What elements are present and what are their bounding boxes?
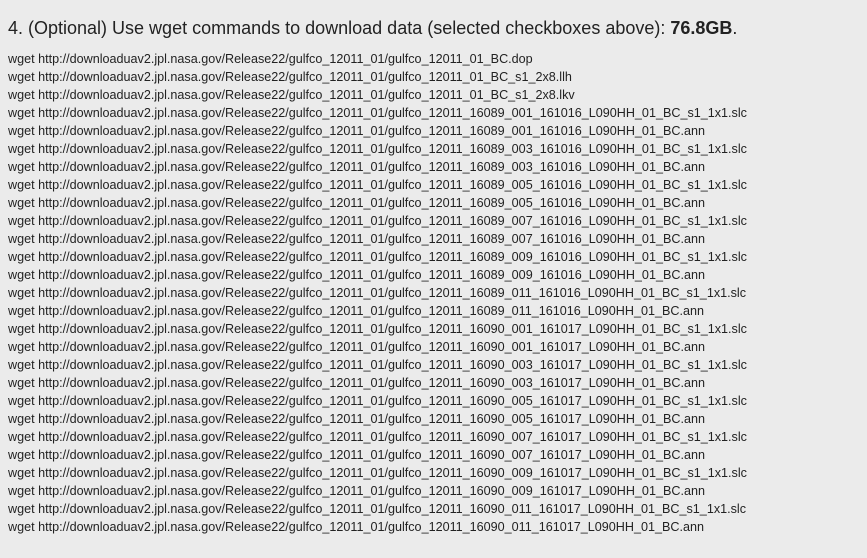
wget-command-line[interactable]: wget http://downloaduav2.jpl.nasa.gov/Re… xyxy=(8,68,867,86)
wget-command-line[interactable]: wget http://downloaduav2.jpl.nasa.gov/Re… xyxy=(8,50,867,68)
wget-commands-panel: 4. (Optional) Use wget commands to downl… xyxy=(0,0,867,558)
wget-command-line[interactable]: wget http://downloaduav2.jpl.nasa.gov/Re… xyxy=(8,428,867,446)
heading-period: . xyxy=(732,18,738,38)
wget-command-line[interactable]: wget http://downloaduav2.jpl.nasa.gov/Re… xyxy=(8,374,867,392)
wget-command-line[interactable]: wget http://downloaduav2.jpl.nasa.gov/Re… xyxy=(8,482,867,500)
wget-command-line[interactable]: wget http://downloaduav2.jpl.nasa.gov/Re… xyxy=(8,230,867,248)
wget-command-line[interactable]: wget http://downloaduav2.jpl.nasa.gov/Re… xyxy=(8,212,867,230)
section-heading: 4. (Optional) Use wget commands to downl… xyxy=(8,16,867,40)
wget-command-line[interactable]: wget http://downloaduav2.jpl.nasa.gov/Re… xyxy=(8,446,867,464)
heading-text: 4. (Optional) Use wget commands to downl… xyxy=(8,18,671,38)
wget-command-line[interactable]: wget http://downloaduav2.jpl.nasa.gov/Re… xyxy=(8,338,867,356)
wget-command-line[interactable]: wget http://downloaduav2.jpl.nasa.gov/Re… xyxy=(8,158,867,176)
wget-command-line[interactable]: wget http://downloaduav2.jpl.nasa.gov/Re… xyxy=(8,194,867,212)
wget-command-list[interactable]: wget http://downloaduav2.jpl.nasa.gov/Re… xyxy=(8,50,867,536)
wget-command-line[interactable]: wget http://downloaduav2.jpl.nasa.gov/Re… xyxy=(8,248,867,266)
total-size: 76.8GB xyxy=(670,18,733,38)
wget-command-line[interactable]: wget http://downloaduav2.jpl.nasa.gov/Re… xyxy=(8,284,867,302)
wget-command-line[interactable]: wget http://downloaduav2.jpl.nasa.gov/Re… xyxy=(8,392,867,410)
wget-command-line[interactable]: wget http://downloaduav2.jpl.nasa.gov/Re… xyxy=(8,86,867,104)
wget-command-line[interactable]: wget http://downloaduav2.jpl.nasa.gov/Re… xyxy=(8,302,867,320)
wget-command-line[interactable]: wget http://downloaduav2.jpl.nasa.gov/Re… xyxy=(8,518,867,536)
wget-command-line[interactable]: wget http://downloaduav2.jpl.nasa.gov/Re… xyxy=(8,266,867,284)
wget-command-line[interactable]: wget http://downloaduav2.jpl.nasa.gov/Re… xyxy=(8,356,867,374)
wget-command-line[interactable]: wget http://downloaduav2.jpl.nasa.gov/Re… xyxy=(8,320,867,338)
wget-command-line[interactable]: wget http://downloaduav2.jpl.nasa.gov/Re… xyxy=(8,176,867,194)
wget-command-line[interactable]: wget http://downloaduav2.jpl.nasa.gov/Re… xyxy=(8,122,867,140)
wget-command-line[interactable]: wget http://downloaduav2.jpl.nasa.gov/Re… xyxy=(8,140,867,158)
wget-command-line[interactable]: wget http://downloaduav2.jpl.nasa.gov/Re… xyxy=(8,464,867,482)
wget-command-line[interactable]: wget http://downloaduav2.jpl.nasa.gov/Re… xyxy=(8,410,867,428)
wget-command-line[interactable]: wget http://downloaduav2.jpl.nasa.gov/Re… xyxy=(8,104,867,122)
wget-command-line[interactable]: wget http://downloaduav2.jpl.nasa.gov/Re… xyxy=(8,500,867,518)
